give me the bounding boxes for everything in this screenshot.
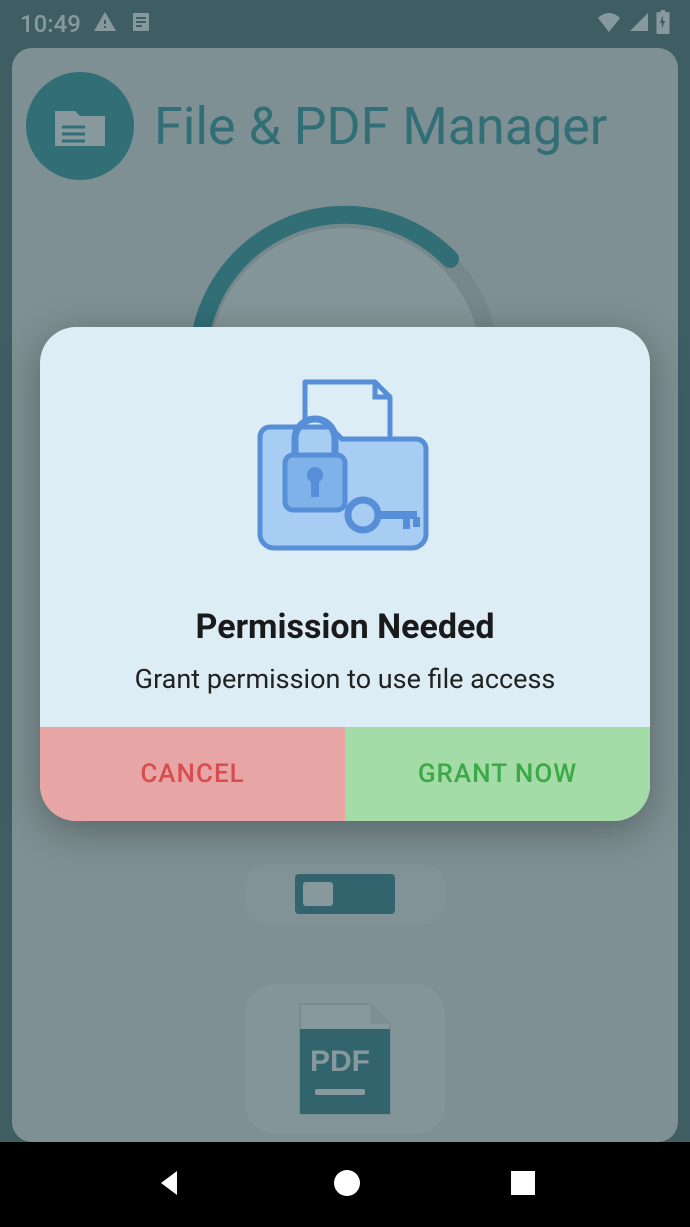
recent-apps-button[interactable] — [509, 1169, 537, 1201]
cancel-button[interactable]: CANCEL — [40, 727, 345, 821]
home-button[interactable] — [332, 1168, 362, 1202]
dialog-title: Permission Needed — [70, 607, 620, 647]
permission-dialog: Permission Needed Grant permission to us… — [40, 327, 650, 821]
back-button[interactable] — [153, 1167, 185, 1203]
dialog-buttons: CANCEL GRANT NOW — [40, 727, 650, 821]
dialog-message: Grant permission to use file access — [70, 661, 620, 697]
grant-button[interactable]: GRANT NOW — [345, 727, 650, 821]
navigation-bar — [0, 1142, 690, 1227]
lock-folder-icon — [245, 367, 445, 567]
dialog-body: Permission Needed Grant permission to us… — [40, 327, 650, 727]
